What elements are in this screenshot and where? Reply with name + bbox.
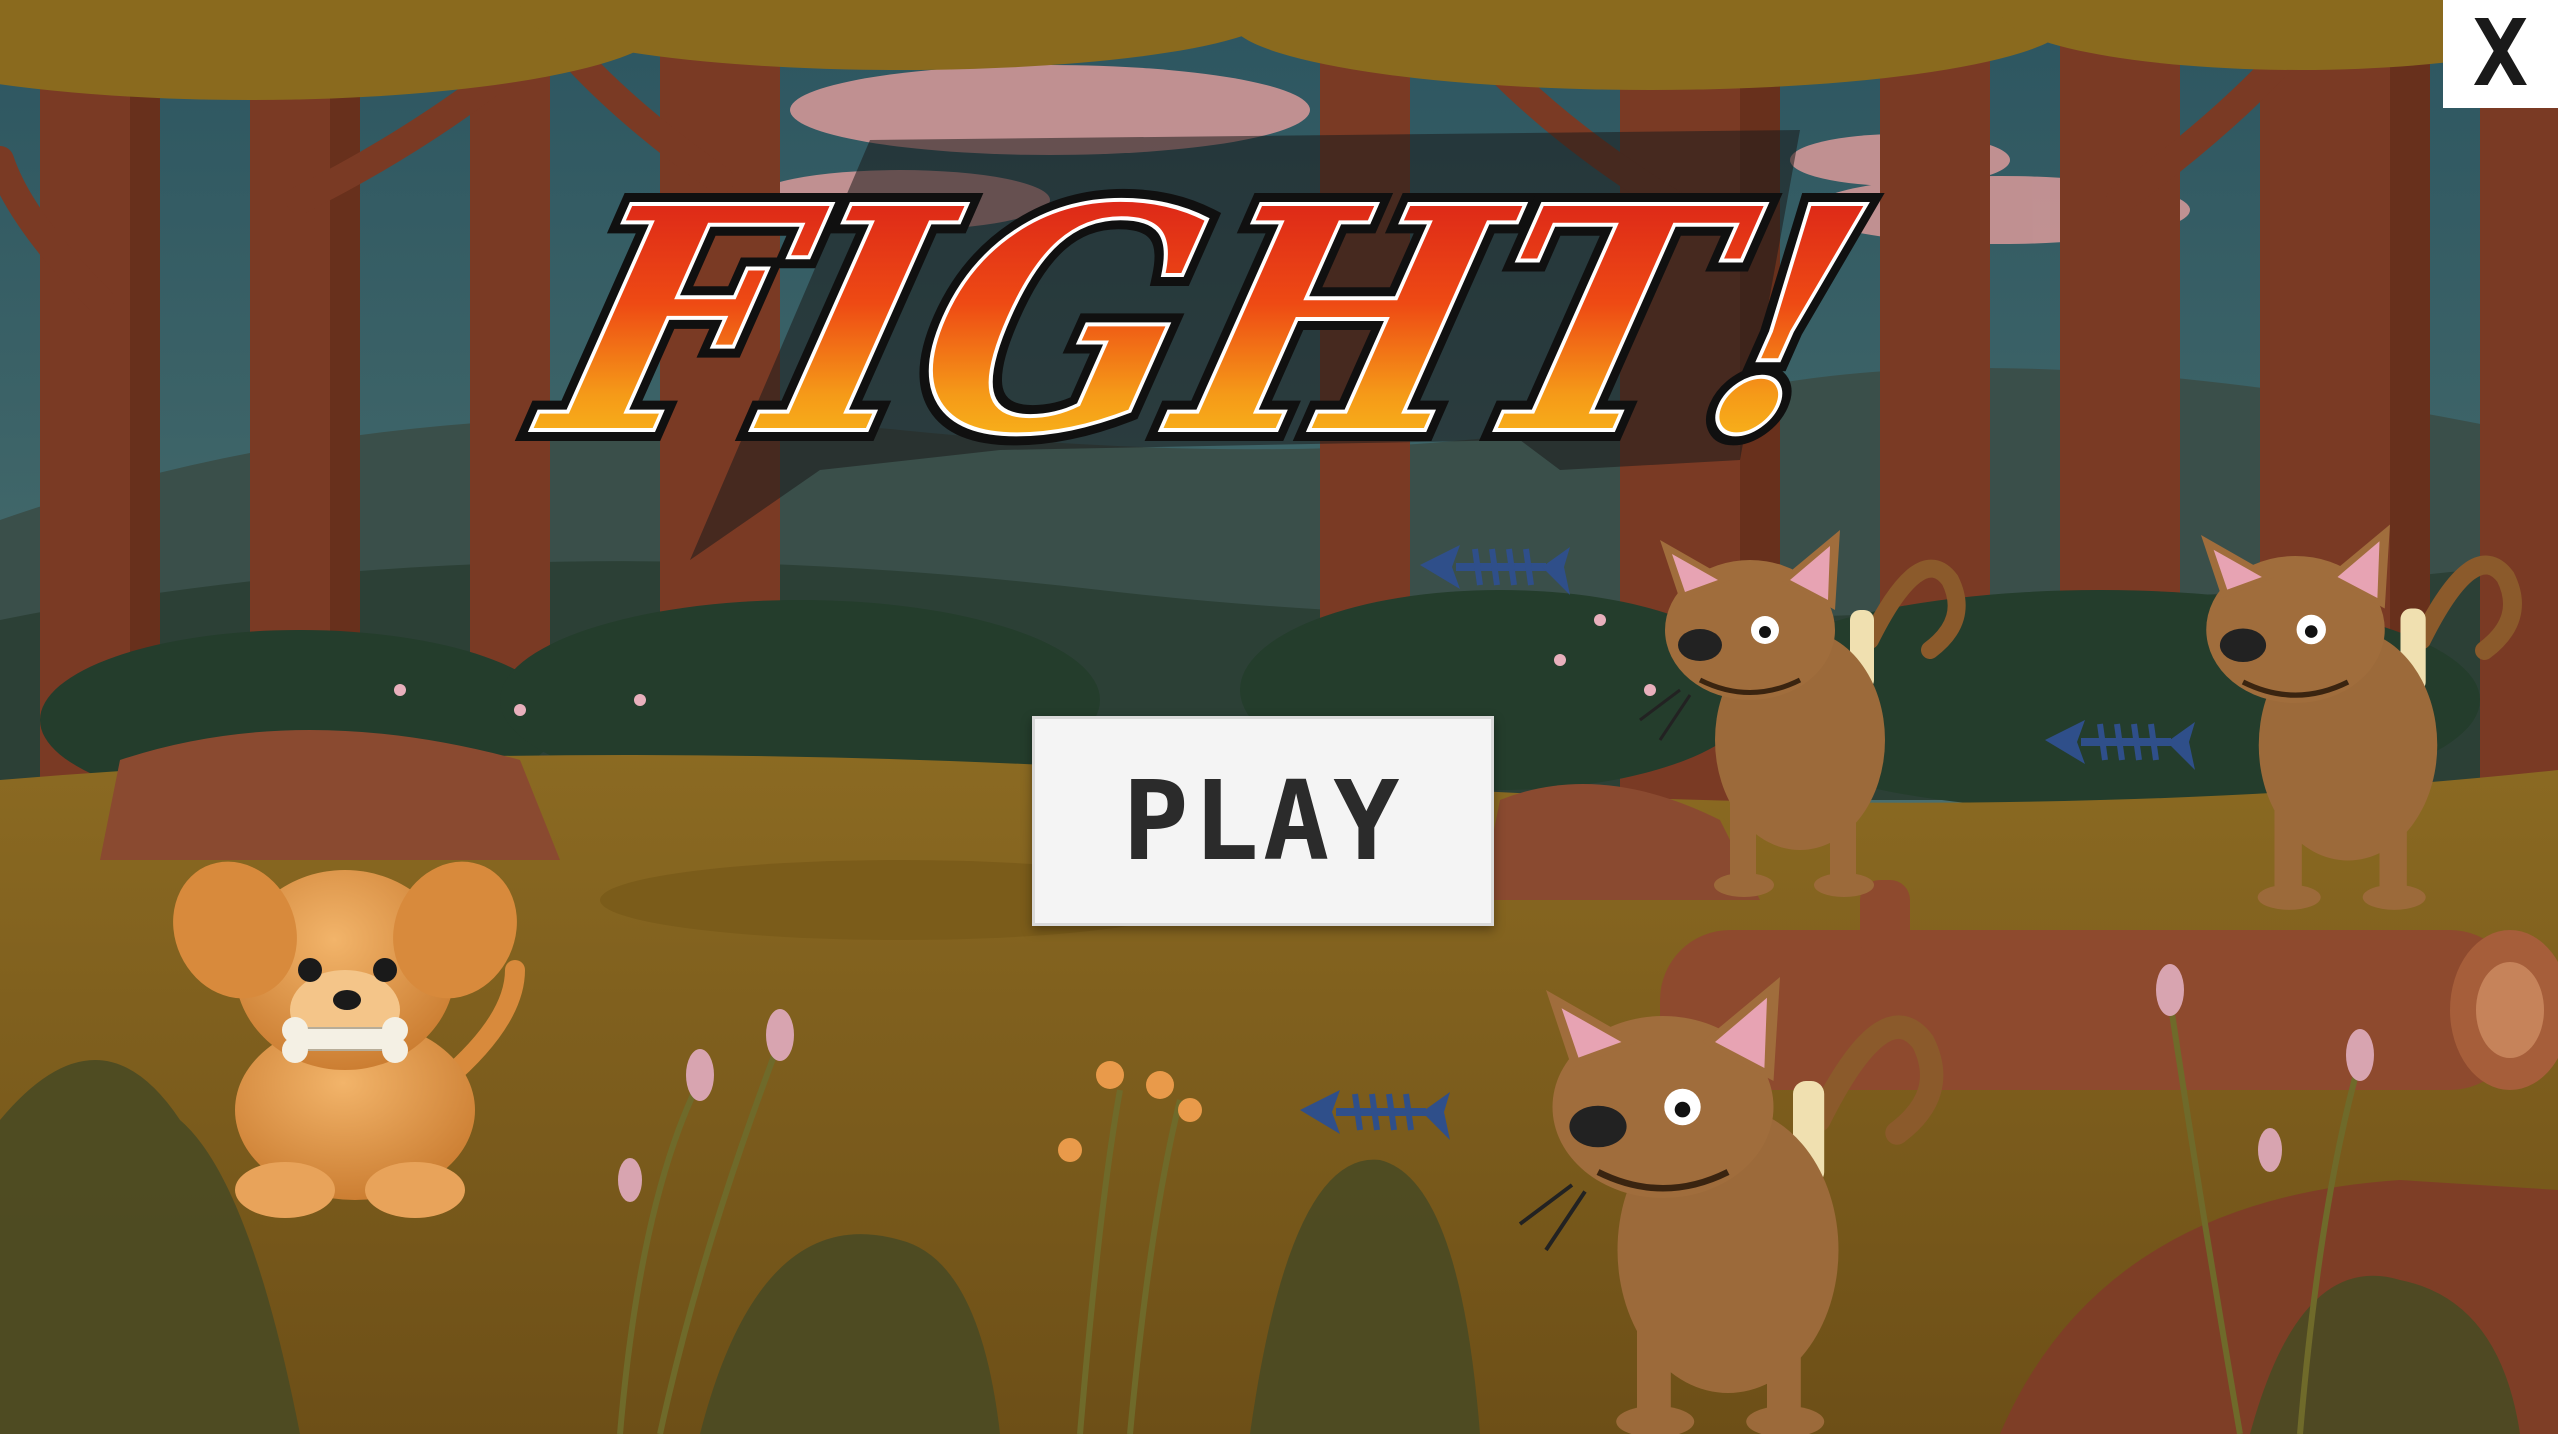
play-button-label: PLAY [1122,757,1404,885]
close-button[interactable]: X [2443,0,2558,108]
fight-logo-text: FIGHT! [510,139,1900,503]
play-button[interactable]: PLAY [1032,716,1494,926]
close-icon: X [2472,0,2529,107]
fight-logo: FIGHT! FIGHT! [499,128,1911,560]
